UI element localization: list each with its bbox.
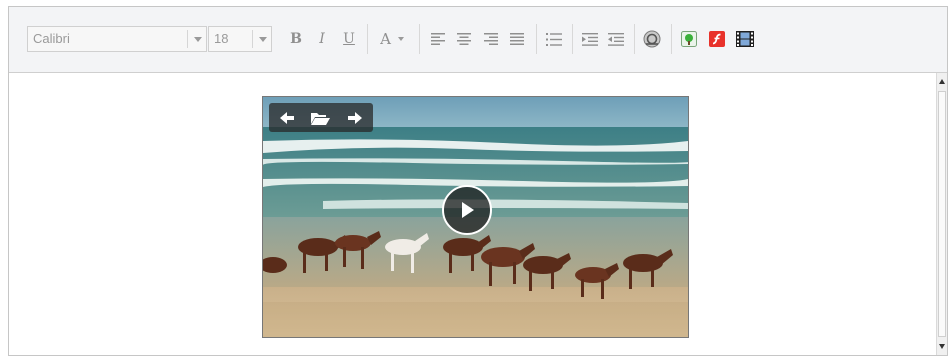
outdent-icon: [608, 32, 624, 46]
align-justify-button[interactable]: [506, 26, 528, 52]
scroll-down-icon[interactable]: [939, 344, 945, 349]
chevron-down-icon: [194, 37, 202, 42]
chevron-down-icon: [259, 37, 267, 42]
folder-open-icon: [311, 112, 330, 125]
flash-icon: [709, 31, 725, 47]
toolbar-divider: [671, 24, 672, 54]
bold-icon: B: [290, 31, 302, 47]
toolbar-divider: [367, 24, 368, 54]
align-right-icon: [484, 33, 498, 45]
indent-button[interactable]: [579, 26, 601, 52]
toolbar-divider: [572, 24, 573, 54]
embedded-video[interactable]: [262, 96, 689, 338]
vertical-scrollbar[interactable]: [936, 73, 947, 355]
editor-content-area[interactable]: [9, 73, 937, 355]
italic-button[interactable]: I: [311, 26, 333, 52]
outdent-button[interactable]: [605, 26, 627, 52]
font-color-icon: A: [380, 30, 391, 48]
toolbar-divider: [536, 24, 537, 54]
insert-image-button[interactable]: [678, 26, 700, 52]
insert-link-button[interactable]: [641, 26, 663, 52]
align-center-button[interactable]: [453, 26, 475, 52]
align-center-icon: [457, 33, 471, 45]
rich-text-editor: Calibri 18 B I U A: [8, 6, 948, 356]
underline-icon: U: [343, 31, 355, 47]
image-icon: [681, 31, 697, 47]
video-icon: [736, 31, 754, 47]
font-family-value: Calibri: [33, 31, 70, 46]
font-family-select[interactable]: Calibri: [27, 26, 207, 52]
toolbar-divider: [634, 24, 635, 54]
align-right-button[interactable]: [480, 26, 502, 52]
bold-button[interactable]: B: [285, 26, 307, 52]
bullet-list-button[interactable]: [543, 26, 565, 52]
next-icon: [348, 111, 362, 124]
font-size-value: 18: [214, 31, 229, 46]
align-left-button[interactable]: [427, 26, 449, 52]
prev-icon: [280, 111, 294, 124]
toolbar-divider: [419, 24, 420, 54]
scroll-up-icon[interactable]: [939, 79, 945, 84]
open-folder-button[interactable]: [309, 108, 331, 127]
font-size-select[interactable]: 18: [208, 26, 272, 52]
align-justify-icon: [510, 33, 524, 45]
prev-button[interactable]: [276, 108, 298, 127]
play-button[interactable]: [442, 185, 492, 235]
bullet-list-icon: [546, 32, 562, 46]
insert-flash-button[interactable]: [706, 26, 728, 52]
align-left-icon: [431, 33, 445, 45]
underline-button[interactable]: U: [338, 26, 360, 52]
font-color-button[interactable]: A: [375, 26, 409, 52]
chevron-down-icon: [397, 37, 404, 41]
link-icon: [643, 30, 661, 48]
play-icon: [462, 202, 474, 218]
video-controls-bar: [269, 103, 373, 132]
insert-video-button[interactable]: [734, 26, 756, 52]
italic-icon: I: [319, 31, 325, 47]
next-button[interactable]: [344, 108, 366, 127]
indent-icon: [582, 32, 598, 46]
scroll-thumb[interactable]: [938, 91, 946, 337]
editor-toolbar: Calibri 18 B I U A: [9, 7, 947, 73]
